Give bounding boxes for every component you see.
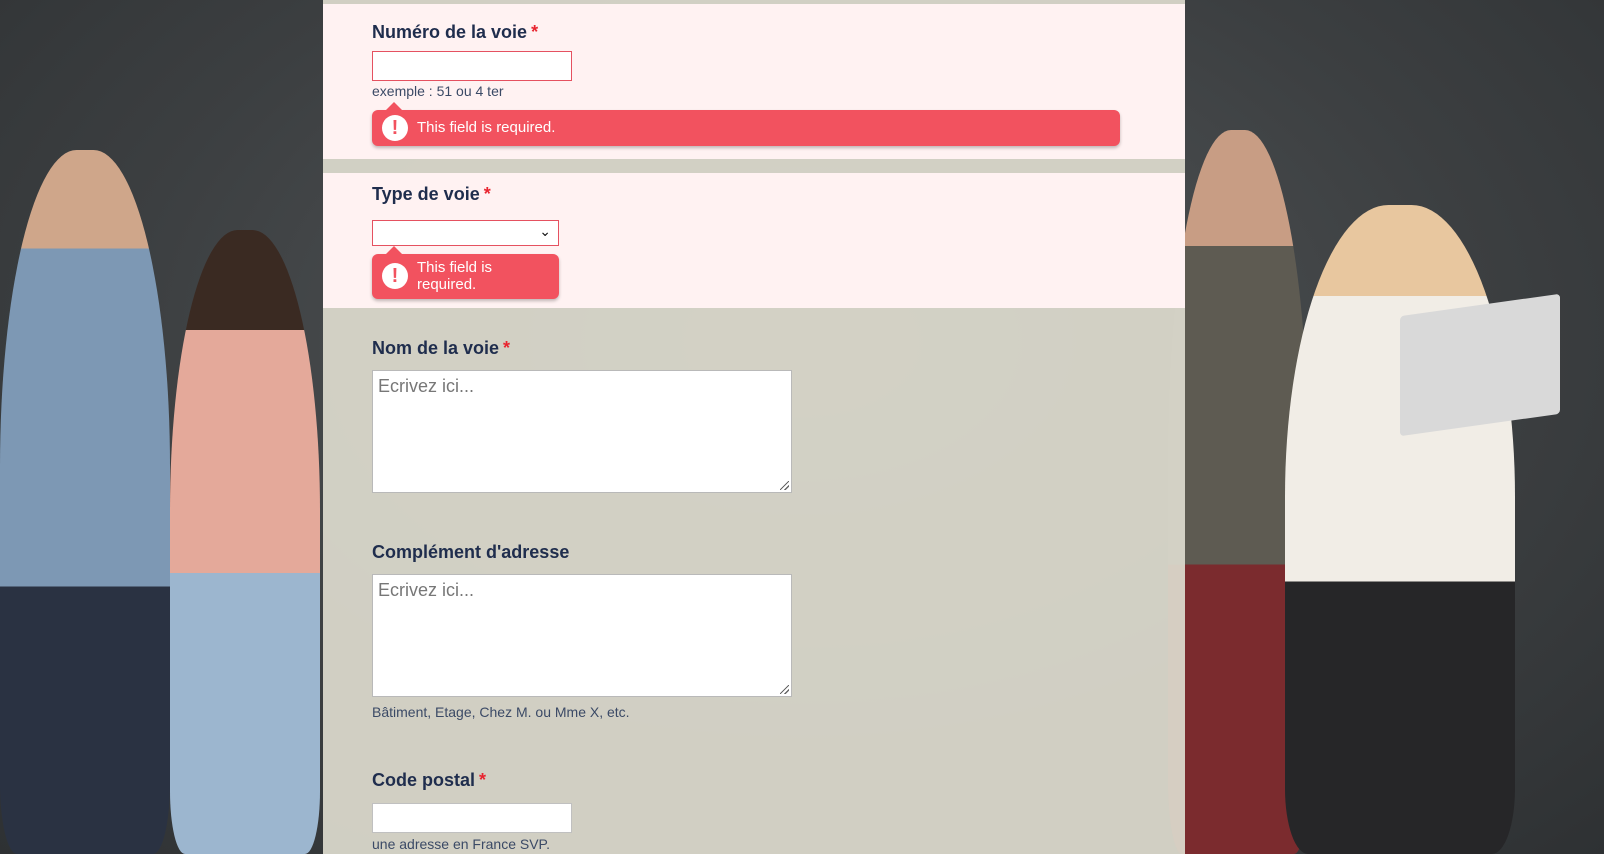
street-number-section: Numéro de la voie * exemple : 51 ou 4 ter… [323, 4, 1185, 159]
textarea-placeholder: Ecrivez ici... [378, 580, 475, 600]
street-name-textarea[interactable]: Ecrivez ici... [372, 370, 792, 493]
background-laptop [1400, 293, 1560, 437]
address-complement-hint: Bâtiment, Etage, Chez M. ou Mme X, etc. [372, 704, 630, 720]
street-type-label-text: Type de voie [372, 184, 480, 204]
street-number-error-tooltip: ! This field is required. [372, 102, 1120, 146]
postal-code-hint: une adresse en France SVP. [372, 836, 550, 852]
street-type-select[interactable]: ⌄ [372, 220, 559, 246]
address-complement-label-text: Complément d'adresse [372, 542, 570, 562]
postal-code-label: Code postal * [372, 770, 486, 791]
required-asterisk: * [479, 770, 487, 790]
street-number-label: Numéro de la voie * [372, 22, 538, 43]
error-message: This field is required. [417, 119, 556, 136]
required-asterisk: * [531, 22, 539, 42]
required-asterisk: * [483, 184, 491, 204]
chevron-down-icon: ⌄ [539, 223, 551, 239]
street-number-input[interactable] [372, 51, 572, 81]
error-icon: ! [382, 115, 408, 141]
error-icon: ! [382, 263, 408, 289]
street-number-label-text: Numéro de la voie [372, 22, 528, 42]
postal-code-label-text: Code postal [372, 770, 476, 790]
background-person [0, 150, 170, 854]
resize-handle[interactable] [780, 481, 789, 490]
street-type-error-tooltip: ! This field is required. [372, 246, 559, 299]
street-type-section: Type de voie * ⌄ ! This field is required… [323, 173, 1185, 308]
error-message: This field is required. [417, 259, 492, 293]
background-person [170, 230, 320, 854]
address-complement-label: Complément d'adresse [372, 542, 569, 563]
textarea-placeholder: Ecrivez ici... [378, 376, 475, 396]
resize-handle[interactable] [780, 685, 789, 694]
error-message-line: required. [417, 276, 477, 293]
error-message-line: This field is [417, 259, 493, 276]
postal-code-input[interactable] [372, 803, 572, 833]
street-name-label-text: Nom de la voie [372, 338, 500, 358]
street-type-label: Type de voie * [372, 184, 491, 205]
form-container: Numéro de la voie * exemple : 51 ou 4 ter… [323, 0, 1185, 854]
background-person [1285, 205, 1515, 854]
street-number-hint: exemple : 51 ou 4 ter [372, 83, 504, 99]
required-asterisk: * [503, 338, 511, 358]
street-name-label: Nom de la voie * [372, 338, 510, 359]
address-complement-textarea[interactable]: Ecrivez ici... [372, 574, 792, 697]
